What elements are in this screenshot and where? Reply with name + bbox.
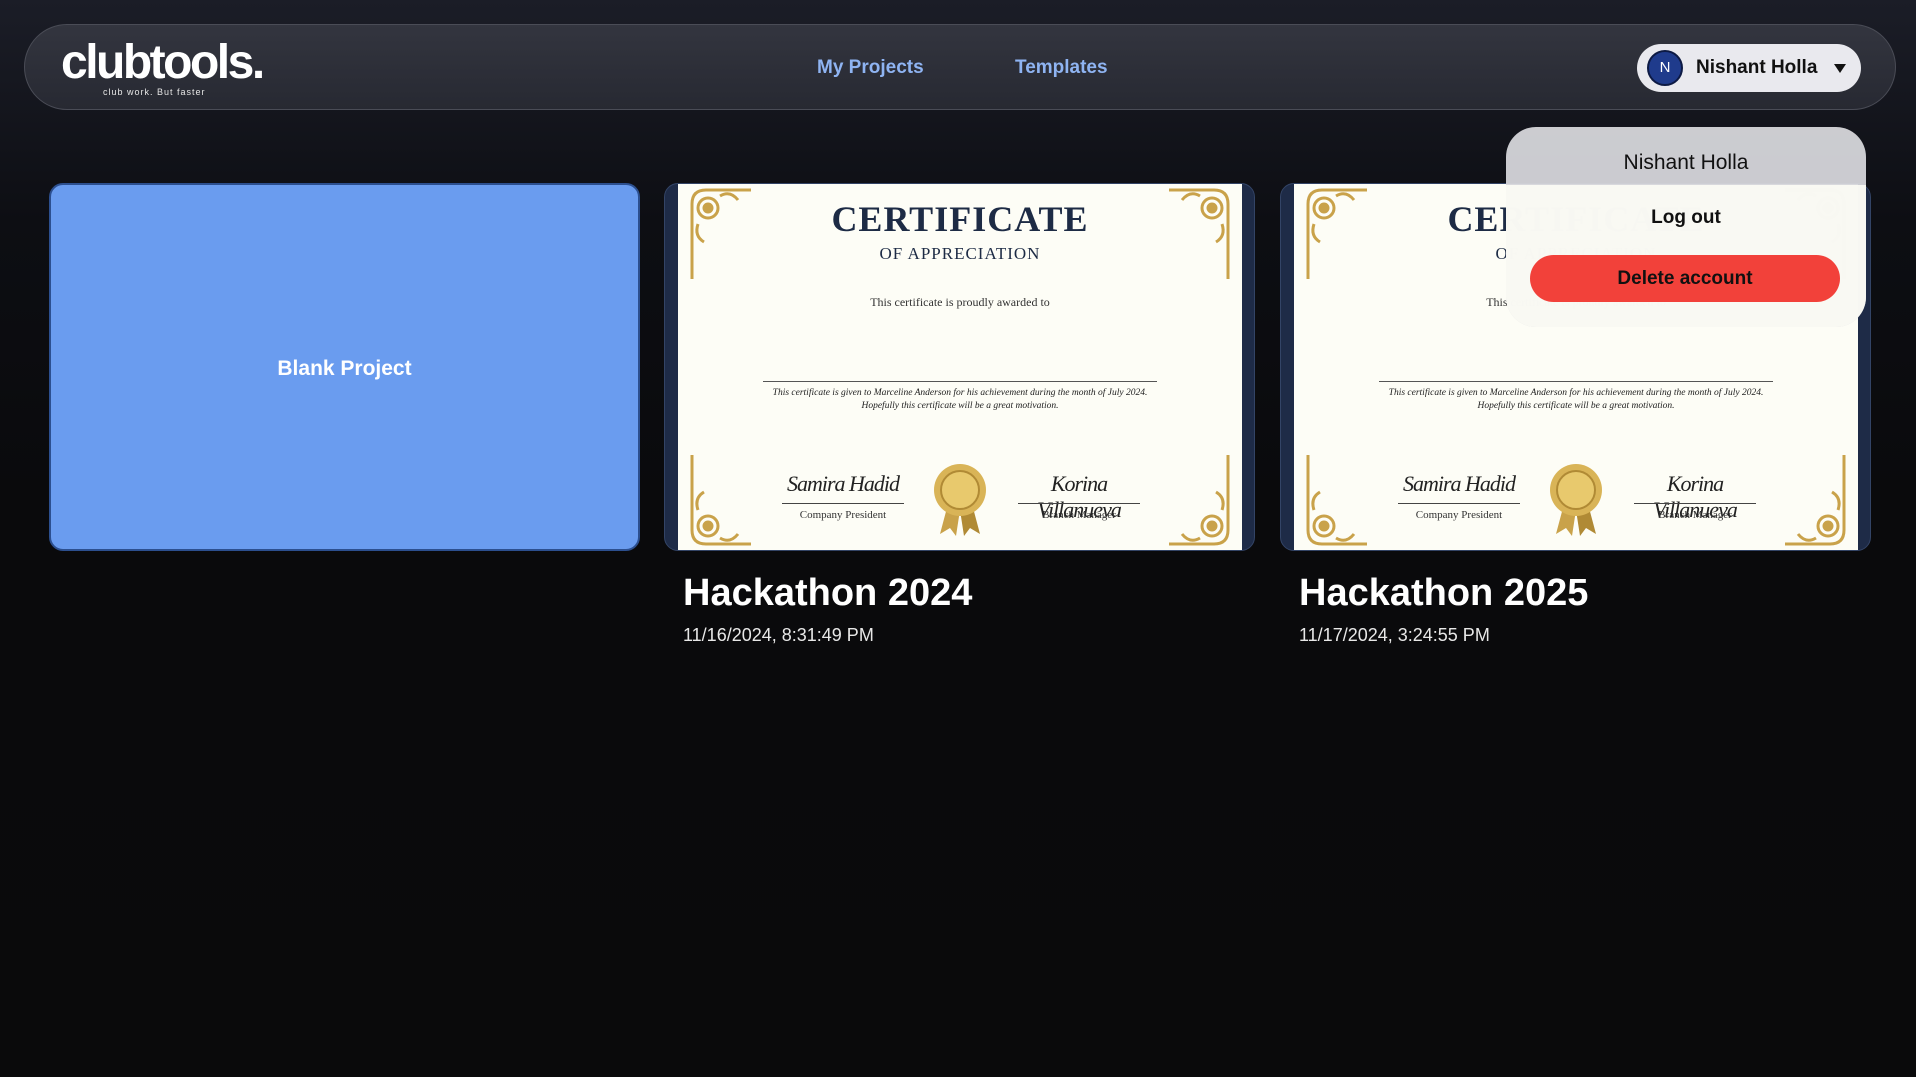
blank-project-card[interactable]: Blank Project <box>49 183 640 551</box>
signature-rule <box>1018 503 1140 504</box>
user-menu-button[interactable]: N Nishant Holla <box>1637 44 1861 92</box>
gold-medal-icon <box>934 464 986 536</box>
user-dropdown-menu: Nishant Holla Log out Delete account <box>1506 127 1866 327</box>
ornament-corner-icon <box>1785 455 1846 546</box>
signature-rule <box>782 503 904 504</box>
project-card-hackathon-2024[interactable]: CERTIFICATE OF APPRECIATION This certifi… <box>664 183 1255 551</box>
avatar: N <box>1647 50 1683 86</box>
name-line <box>1379 381 1773 382</box>
top-nav-bar: clubtools. club work. But faster My Proj… <box>24 24 1896 110</box>
project-date: 11/16/2024, 8:31:49 PM <box>683 625 874 645</box>
project-title[interactable]: Hackathon 2025 <box>1299 572 1588 615</box>
caret-down-icon <box>1834 64 1846 73</box>
certificate-thumbnail: CERTIFICATE OF APPRECIATION This certifi… <box>678 184 1242 550</box>
logo-tagline: club work. But faster <box>103 87 206 97</box>
signature-right: Korina Villanueva Branch Manager <box>1634 469 1756 522</box>
certificate-subtitle: OF APPRECIATION <box>879 244 1041 263</box>
signature-script: Samira Hadid <box>1402 471 1516 496</box>
logout-button[interactable]: Log out <box>1506 207 1866 229</box>
nav-templates[interactable]: Templates <box>1015 57 1108 79</box>
signature-script: Samira Hadid <box>786 471 900 496</box>
certificate-title: CERTIFICATE <box>831 199 1089 239</box>
signature-rule <box>1634 503 1756 504</box>
signature-role: Branch Manager <box>1042 509 1116 521</box>
signature-right: Korina Villanueva Branch Manager <box>1018 469 1140 522</box>
signature-role: Company President <box>799 509 887 521</box>
certificate-body: This certificate is given to Marceline A… <box>1388 388 1764 411</box>
logo-wordmark: clubtools. <box>61 36 265 89</box>
signature-left: Samira Hadid Company President <box>1398 469 1520 521</box>
signature-role: Branch Manager <box>1658 509 1732 521</box>
project-title[interactable]: Hackathon 2024 <box>683 572 972 615</box>
name-line <box>763 381 1157 382</box>
certificate-body: This certificate is given to Marceline A… <box>772 388 1148 411</box>
user-name: Nishant Holla <box>1696 57 1818 78</box>
signature-left: Samira Hadid Company President <box>782 469 904 521</box>
clubtools-logo[interactable]: clubtools. club work. But faster <box>61 37 265 99</box>
ornament-corner-icon <box>690 455 751 546</box>
signature-rule <box>1398 503 1520 504</box>
delete-account-button[interactable]: Delete account <box>1530 255 1840 302</box>
nav-my-projects[interactable]: My Projects <box>817 57 924 79</box>
gold-medal-icon <box>1550 464 1602 536</box>
ornament-corner-icon <box>1306 455 1367 546</box>
signature-role: Company President <box>1415 509 1503 521</box>
blank-project-label: Blank Project <box>277 357 412 380</box>
project-date: 11/17/2024, 3:24:55 PM <box>1299 625 1490 645</box>
certificate-awarded-text: This certificate is proudly awarded to <box>870 295 1050 309</box>
dropdown-user-name: Nishant Holla <box>1623 151 1749 174</box>
ornament-corner-icon <box>1169 455 1230 546</box>
